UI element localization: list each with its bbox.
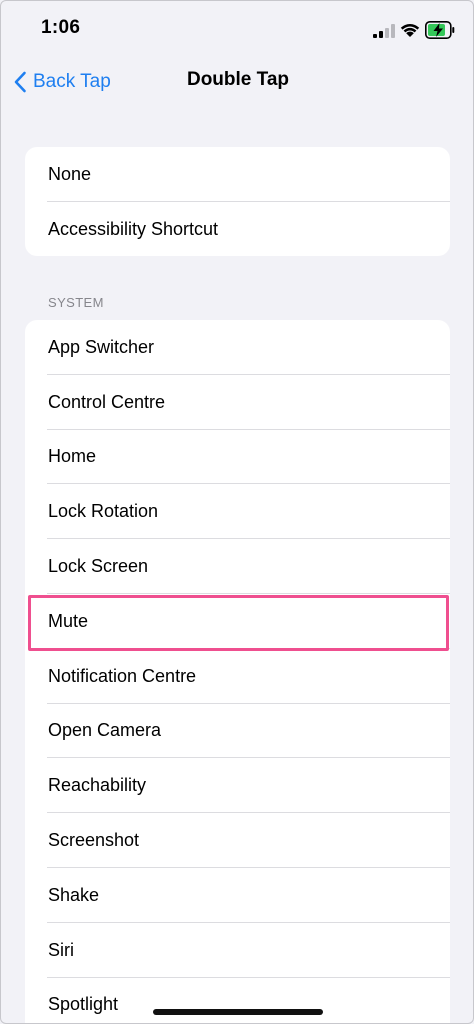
option-label: Control Centre	[48, 391, 166, 412]
option-notification-centre[interactable]: Notification Centre	[25, 649, 450, 704]
option-label: Accessibility Shortcut	[48, 218, 219, 239]
option-mute[interactable]: Mute	[25, 594, 450, 649]
section-header-system: SYSTEM	[48, 295, 104, 310]
option-reachability[interactable]: Reachability	[25, 758, 450, 813]
option-label: Screenshot	[48, 830, 140, 851]
option-label: Spotlight	[48, 994, 119, 1015]
option-lock-screen[interactable]: Lock Screen	[25, 539, 450, 594]
status-time: 1:06	[41, 17, 81, 38]
option-screenshot[interactable]: Screenshot	[25, 813, 450, 868]
navigation-bar: Back Tap Double Tap	[1, 57, 473, 109]
option-label: Siri	[48, 939, 74, 960]
option-siri[interactable]: Siri	[25, 923, 450, 978]
option-lock-rotation[interactable]: Lock Rotation	[25, 484, 450, 539]
option-label: App Switcher	[48, 336, 155, 357]
option-label: Shake	[48, 884, 100, 905]
option-label: Mute	[48, 610, 89, 631]
option-label: Lock Screen	[48, 556, 149, 577]
top-options-group: None Accessibility Shortcut	[25, 147, 450, 256]
option-label: Open Camera	[48, 720, 162, 741]
option-app-switcher[interactable]: App Switcher	[25, 320, 450, 375]
option-label: Home	[48, 446, 97, 467]
option-home[interactable]: Home	[25, 430, 450, 485]
option-label: Notification Centre	[48, 665, 197, 686]
home-indicator[interactable]	[153, 1009, 323, 1015]
option-label: Reachability	[48, 775, 147, 796]
cellular-signal-icon	[373, 24, 395, 38]
wifi-icon	[400, 23, 420, 37]
option-none[interactable]: None	[25, 147, 450, 202]
option-control-centre[interactable]: Control Centre	[25, 375, 450, 430]
screen: 1:06 Back Tap Double Tap None Accessibil…	[0, 0, 474, 1024]
battery-charging-icon	[425, 21, 455, 39]
page-title: Double Tap	[186, 69, 290, 90]
option-label: None	[48, 163, 92, 184]
option-accessibility-shortcut[interactable]: Accessibility Shortcut	[25, 202, 450, 256]
option-spotlight[interactable]: Spotlight	[25, 978, 450, 1023]
option-open-camera[interactable]: Open Camera	[25, 704, 450, 759]
option-shake[interactable]: Shake	[25, 868, 450, 923]
option-label: Lock Rotation	[48, 501, 159, 522]
system-options-group: App Switcher Control Centre Home Lock Ro…	[25, 320, 450, 1023]
status-bar: 1:06	[1, 1, 473, 57]
